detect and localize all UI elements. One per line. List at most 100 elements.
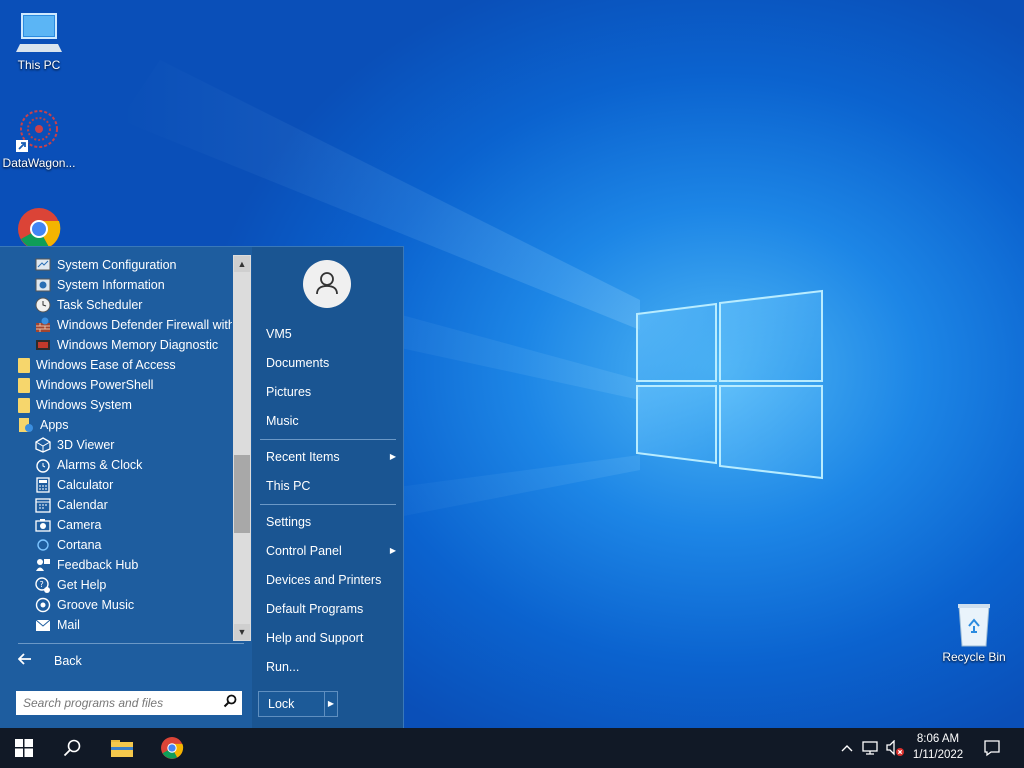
program-item[interactable]: System Configuration (0, 255, 232, 275)
start-menu: System Configuration System Information … (0, 246, 404, 729)
settings-link[interactable]: Settings (266, 512, 396, 532)
documents-link[interactable]: Documents (266, 353, 396, 373)
desktop-icon-label: DataWagon... (2, 156, 76, 170)
task-scheduler-icon (35, 297, 51, 313)
back-button[interactable]: Back (17, 649, 238, 673)
search-input[interactable]: Search programs and files (16, 691, 242, 715)
programs-pane: System Configuration System Information … (0, 247, 252, 729)
desktop-icon-label: Recycle Bin (942, 650, 1006, 664)
power-options-arrow[interactable]: ▶ (325, 692, 337, 716)
places-pane: VM5 Documents Pictures Music Recent Item… (252, 247, 403, 729)
cortana-icon (35, 537, 51, 553)
program-item[interactable]: Calculator (0, 475, 232, 495)
program-item[interactable]: Groove Music (0, 595, 232, 615)
desktop-icon-label: This PC (17, 58, 61, 72)
taskbar: 8:06 AM 1/11/2022 (0, 728, 1024, 768)
clock[interactable]: 8:06 AM 1/11/2022 (902, 731, 974, 763)
chevron-up-icon (841, 745, 853, 752)
program-item[interactable]: Windows Defender Firewall with A (0, 315, 232, 335)
program-item[interactable]: Cortana (0, 535, 232, 555)
program-list-scrollbar[interactable]: ▲ ▼ (233, 255, 251, 641)
help-support-link[interactable]: Help and Support (266, 628, 396, 648)
program-list: System Configuration System Information … (0, 255, 232, 639)
back-label: Back (54, 654, 82, 668)
file-explorer-button[interactable] (98, 728, 146, 768)
control-panel-link[interactable]: Control Panel ▶ (266, 541, 396, 561)
program-folder-apps[interactable]: Apps (0, 415, 232, 435)
notification-icon (984, 740, 1000, 757)
divider (260, 439, 396, 440)
network-tray-button[interactable] (860, 728, 882, 768)
program-folder[interactable]: Windows System (0, 395, 232, 415)
recent-items-link[interactable]: Recent Items ▶ (266, 447, 396, 467)
arrow-left-icon (17, 652, 38, 670)
chrome-taskbar-button[interactable] (148, 728, 196, 768)
user-folder-link[interactable]: VM5 (266, 324, 396, 344)
folder-icon (18, 357, 30, 373)
program-item[interactable]: ? Get Help (0, 575, 232, 595)
calculator-icon (35, 477, 51, 493)
program-item[interactable]: Feedback Hub (0, 555, 232, 575)
system-information-icon (35, 277, 51, 293)
default-programs-link[interactable]: Default Programs (266, 599, 396, 619)
desktop-icon-recycle-bin[interactable]: Recycle Bin (934, 602, 1014, 664)
program-item[interactable]: Mail (0, 615, 232, 635)
scroll-down-button[interactable]: ▼ (234, 624, 250, 640)
search-icon (63, 739, 81, 757)
this-pc-icon (16, 10, 62, 56)
program-item[interactable]: System Information (0, 275, 232, 295)
program-item[interactable]: 3D Viewer (0, 435, 232, 455)
devices-printers-link[interactable]: Devices and Printers (266, 570, 396, 590)
lock-button[interactable]: Lock (259, 692, 325, 716)
calendar-icon (35, 497, 51, 513)
search-button[interactable] (48, 728, 96, 768)
this-pc-link[interactable]: This PC (266, 476, 396, 496)
get-help-icon: ? (35, 577, 51, 593)
memory-diagnostic-icon (35, 337, 51, 353)
mail-icon (35, 617, 51, 633)
desktop-icon-this-pc[interactable]: This PC (0, 10, 79, 72)
program-folder[interactable]: Windows PowerShell (0, 375, 232, 395)
desktop-icon-datawagon[interactable]: DataWagon... (0, 108, 79, 170)
program-item[interactable]: Windows Memory Diagnostic (0, 335, 232, 355)
folder-icon (111, 740, 133, 757)
divider (18, 643, 244, 644)
chrome-icon (161, 737, 184, 759)
clock-date: 1/11/2022 (912, 749, 964, 761)
datawagon-icon (16, 108, 62, 154)
alarm-clock-icon (35, 457, 51, 473)
program-folder[interactable]: Windows Ease of Access (0, 355, 232, 375)
search-icon[interactable] (218, 694, 242, 713)
action-center-button[interactable] (978, 728, 1006, 768)
music-link[interactable]: Music (266, 411, 396, 431)
user-avatar[interactable] (303, 260, 351, 308)
svg-text:?: ? (40, 580, 44, 589)
user-icon (316, 272, 338, 295)
scroll-up-button[interactable]: ▲ (234, 256, 250, 272)
groove-music-icon (35, 597, 51, 613)
3d-viewer-icon (35, 437, 51, 453)
folder-icon (18, 377, 30, 393)
scroll-thumb[interactable] (234, 455, 250, 533)
windows-logo (636, 289, 823, 480)
lock-button-group: Lock ▶ (258, 691, 338, 717)
folder-icon (18, 397, 30, 413)
chevron-right-icon: ▶ (327, 699, 335, 708)
start-button[interactable] (0, 728, 48, 768)
program-item[interactable]: Calendar (0, 495, 232, 515)
apps-folder-icon (18, 417, 34, 433)
windows-icon (15, 739, 33, 757)
program-item[interactable]: Task Scheduler (0, 295, 232, 315)
search-placeholder: Search programs and files (23, 696, 164, 710)
program-item[interactable]: Alarms & Clock (0, 455, 232, 475)
camera-icon (35, 517, 51, 533)
recycle-bin-icon (951, 602, 997, 648)
show-hidden-icons-button[interactable] (838, 728, 856, 768)
pictures-link[interactable]: Pictures (266, 382, 396, 402)
firewall-icon (35, 317, 51, 333)
run-link[interactable]: Run... (266, 657, 396, 677)
chevron-right-icon: ▶ (389, 452, 396, 461)
program-item[interactable]: Camera (0, 515, 232, 535)
clock-time: 8:06 AM (916, 733, 960, 745)
divider (260, 504, 396, 505)
